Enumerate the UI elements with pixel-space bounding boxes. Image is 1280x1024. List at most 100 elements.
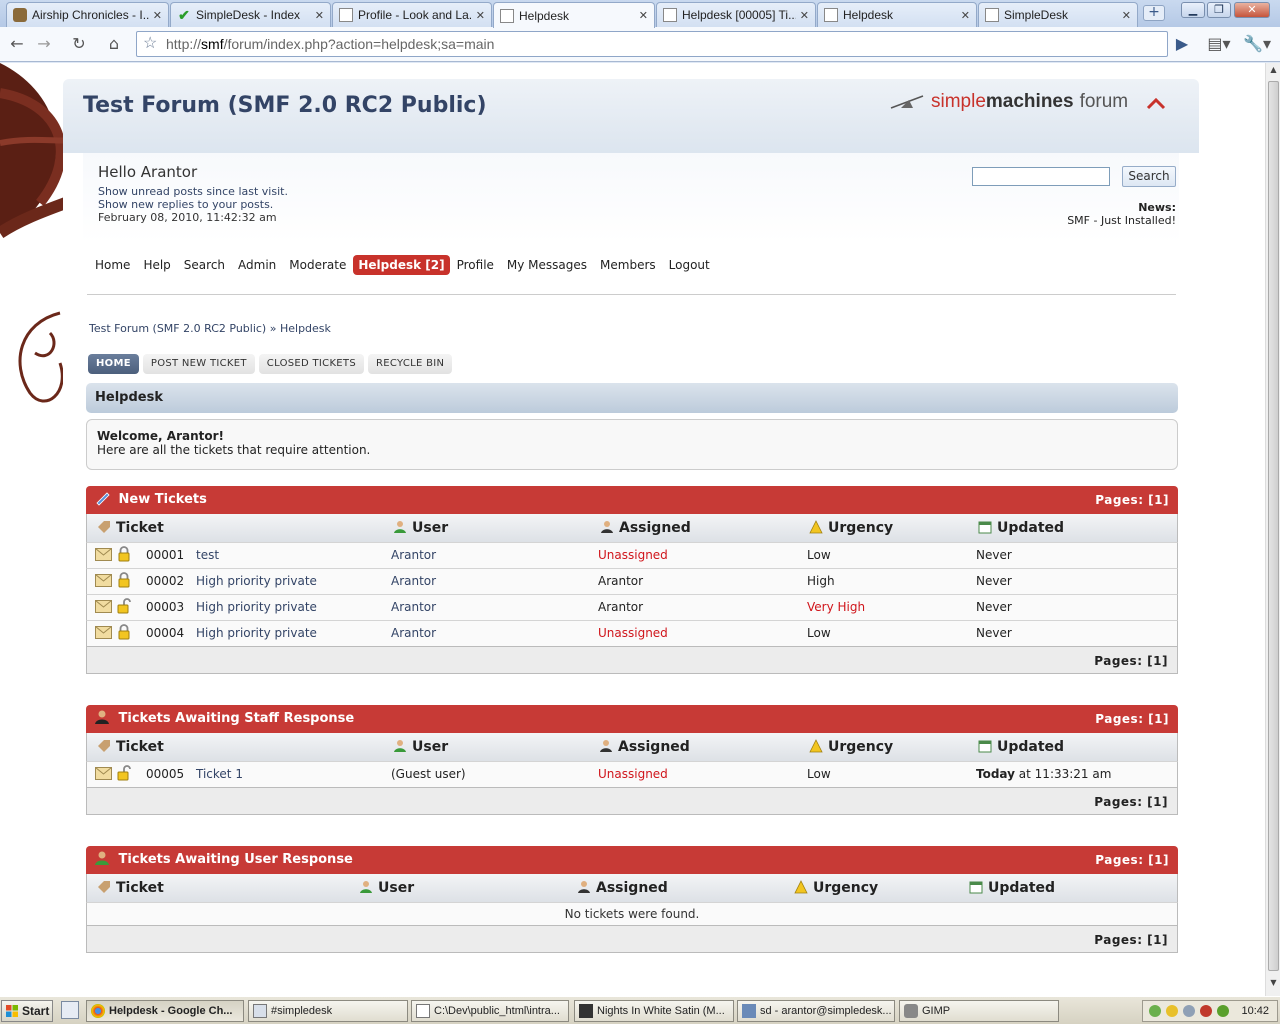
ticket-subject-link[interactable]: High priority private [196,595,317,620]
bookmark-star-icon[interactable]: ☆ [143,32,157,56]
browser-tab[interactable]: Helpdesk ✕ [817,2,977,27]
column-updated[interactable]: Updated [978,514,1064,542]
tab-close-icon[interactable]: ✕ [800,9,809,22]
taskbar-item[interactable]: Nights In White Satin (M... [574,1000,734,1022]
column-ticket[interactable]: Ticket [97,874,164,902]
column-urgency[interactable]: Urgency [809,514,893,542]
menu-item-members[interactable]: Members [594,255,662,275]
browser-tab[interactable]: Helpdesk [00005] Ti... ✕ [656,2,816,27]
ticket-user-link[interactable]: Arantor [391,543,436,568]
tab-close-icon[interactable]: ✕ [1122,9,1131,22]
collapse-header-icon[interactable] [1146,96,1166,110]
taskbar-item[interactable]: GIMP [899,1000,1059,1022]
home-icon[interactable]: ⌂ [103,34,125,56]
closed-tickets-button[interactable]: CLOSED TICKETS [258,354,364,374]
pages-link[interactable]: Pages: [1] [1094,788,1168,816]
new-replies-link[interactable]: Show new replies to your posts. [98,198,288,211]
column-ticket[interactable]: Ticket [97,733,164,761]
menu-item-admin[interactable]: Admin [232,255,282,275]
ticket-row[interactable]: 00001 test Arantor Unassigned Low Never [86,542,1178,568]
wrench-icon[interactable]: 🔧▾ [1243,34,1271,56]
browser-tab[interactable]: Airship Chronicles - I... ✕ [6,2,169,27]
quick-launch-icon[interactable] [61,1001,79,1019]
menu-item-helpdesk[interactable]: Helpdesk [2] [353,255,450,275]
ticket-row[interactable]: 00005 Ticket 1 (Guest user) Unassigned L… [86,761,1178,787]
ticket-row[interactable]: 00004 High priority private Arantor Unassig… [86,620,1178,646]
reload-icon[interactable]: ↻ [68,34,90,56]
pages-link[interactable]: Pages: [1] [1095,705,1169,733]
pages-link[interactable]: Pages: [1] [1095,486,1169,514]
address-bar[interactable]: ☆ http://smf/forum/index.php?action=help… [136,31,1168,57]
back-arrow-icon[interactable]: ← [6,34,28,56]
browser-tab[interactable]: SimpleDesk ✕ [978,2,1138,27]
menu-item-my-messages[interactable]: My Messages [501,255,593,275]
column-assigned[interactable]: Assigned [599,733,690,761]
home-button[interactable]: HOME [88,354,139,374]
column-assigned[interactable]: Assigned [600,514,691,542]
ticket-row[interactable]: 00002 High priority private Arantor Arantor… [86,568,1178,594]
taskbar-item[interactable]: #simpledesk [248,1000,408,1022]
breadcrumb-current[interactable]: Helpdesk [280,322,331,335]
forum-title[interactable]: Test Forum (SMF 2.0 RC2 Public) [83,93,487,118]
column-user[interactable]: User [393,733,448,761]
ticket-subject-link[interactable]: High priority private [196,569,317,594]
smf-logo[interactable]: simple machines forum [889,91,1128,113]
menu-item-logout[interactable]: Logout [663,255,716,275]
ticket-subject-link[interactable]: Ticket 1 [196,762,243,787]
maximize-icon[interactable]: ❐ [1207,2,1231,18]
taskbar-item[interactable]: Helpdesk - Google Ch... [86,1000,244,1022]
ticket-row[interactable]: 00003 High priority private Arantor Arantor… [86,594,1178,620]
column-ticket[interactable]: Ticket [97,514,164,542]
scroll-up-arrow-icon[interactable]: ▲ [1267,65,1280,80]
scroll-thumb[interactable] [1268,81,1279,971]
network-tray-icon[interactable] [1149,1005,1161,1017]
browser-tab[interactable]: ✔ SimpleDesk - Index ✕ [170,2,331,27]
volume-tray-icon[interactable] [1183,1005,1195,1017]
go-arrow-icon[interactable]: ▶ [1171,34,1193,56]
tab-close-icon[interactable]: ✕ [153,9,162,22]
post-new-ticket-button[interactable]: POST NEW TICKET [142,354,255,374]
column-urgency[interactable]: Urgency [809,733,893,761]
menu-item-help[interactable]: Help [137,255,176,275]
page-scrollbar[interactable]: ▲ ▼ [1265,63,1280,996]
new-tab-button[interactable]: + [1143,5,1165,21]
browser-tab[interactable]: Profile - Look and La... ✕ [332,2,492,27]
close-window-icon[interactable]: ✕ [1234,2,1270,18]
ticket-user-link[interactable]: Arantor [391,621,436,646]
ticket-subject-link[interactable]: High priority private [196,621,317,646]
connection-tray-icon[interactable] [1200,1005,1212,1017]
scroll-down-arrow-icon[interactable]: ▼ [1267,978,1280,993]
menu-item-profile[interactable]: Profile [451,255,500,275]
pages-link[interactable]: Pages: [1] [1094,647,1168,675]
nvidia-tray-icon[interactable] [1217,1005,1229,1017]
ticket-user-link[interactable]: Arantor [391,595,436,620]
tab-close-icon[interactable]: ✕ [476,9,485,22]
unread-posts-link[interactable]: Show unread posts since last visit. [98,185,288,198]
menu-item-search[interactable]: Search [178,255,231,275]
ticket-subject-link[interactable]: test [196,543,219,568]
start-button[interactable]: Start [1,1000,53,1022]
minimize-icon[interactable]: ▁ [1181,2,1205,18]
taskbar-item[interactable]: C:\Dev\public_html\intra... [411,1000,569,1022]
column-user[interactable]: User [359,874,414,902]
security-tray-icon[interactable] [1166,1005,1178,1017]
search-button[interactable]: Search [1122,166,1176,187]
column-urgency[interactable]: Urgency [794,874,878,902]
pages-link[interactable]: Pages: [1] [1095,846,1169,874]
tab-close-icon[interactable]: ✕ [639,9,648,22]
search-input[interactable] [972,167,1110,186]
pages-link[interactable]: Pages: [1] [1094,926,1168,954]
browser-tab-active[interactable]: Helpdesk ✕ [493,2,655,28]
tab-close-icon[interactable]: ✕ [315,9,324,22]
menu-item-home[interactable]: Home [89,255,136,275]
menu-item-moderate[interactable]: Moderate [283,255,352,275]
tab-close-icon[interactable]: ✕ [961,9,970,22]
column-updated[interactable]: Updated [969,874,1055,902]
column-user[interactable]: User [393,514,448,542]
breadcrumb-root[interactable]: Test Forum (SMF 2.0 RC2 Public) [89,322,266,335]
column-assigned[interactable]: Assigned [577,874,668,902]
forward-arrow-icon[interactable]: → [33,34,55,56]
page-menu-icon[interactable]: ▤▾ [1206,34,1232,56]
column-updated[interactable]: Updated [978,733,1064,761]
taskbar-item[interactable]: sd - arantor@simpledesk... [737,1000,895,1022]
